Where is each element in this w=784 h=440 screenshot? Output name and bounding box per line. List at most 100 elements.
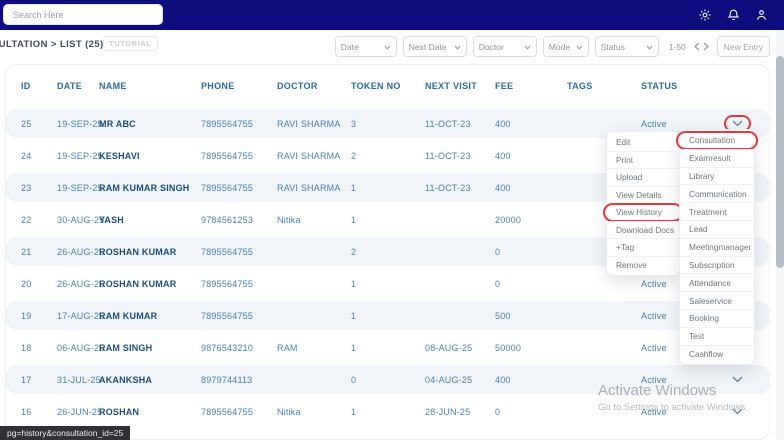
menu-item[interactable]: Cashflow bbox=[680, 344, 754, 363]
column-header: TOKEN NO bbox=[351, 81, 401, 91]
menu-item[interactable]: Subscription bbox=[680, 255, 754, 274]
menu-item[interactable]: Attendance bbox=[680, 273, 754, 291]
cell-fee: 0 bbox=[495, 246, 501, 257]
table-row[interactable]: 17 31-JUL-25 AKANKSHA 8979744113 0 04-AU… bbox=[6, 365, 769, 394]
link-preview-statusbar: pg=history&consultation_id=25 bbox=[0, 426, 131, 440]
filter-select[interactable]: Mode bbox=[542, 36, 589, 57]
topbar-icons bbox=[698, 8, 768, 22]
cell-phone: 9784561253 bbox=[201, 214, 254, 225]
cell-name[interactable]: YASH bbox=[99, 215, 201, 225]
cell-date: 06-AUG-25 bbox=[57, 342, 105, 353]
menu-item[interactable]: Print bbox=[607, 150, 679, 169]
cell-date: 19-SEP-25 bbox=[57, 182, 103, 193]
chevron-down-icon bbox=[576, 42, 583, 52]
cell-next-visit: 08-AUG-25 bbox=[425, 342, 473, 353]
cell-date: 30-AUG-25 bbox=[57, 214, 105, 225]
cell-name[interactable]: ROSHAN KUMAR bbox=[99, 279, 201, 289]
cell-fee: 500 bbox=[495, 310, 511, 321]
menu-item[interactable]: Meetingmanager bbox=[680, 237, 754, 256]
gear-icon[interactable] bbox=[698, 8, 712, 22]
menu-item[interactable]: +Tag bbox=[607, 238, 679, 256]
cell-next-visit: 11-OCT-23 bbox=[425, 182, 471, 193]
cell-fee: 400 bbox=[495, 150, 511, 161]
filter-select[interactable]: Doctor bbox=[472, 36, 537, 57]
menu-item[interactable]: Consultation bbox=[676, 131, 758, 150]
menu-item[interactable]: Treatment bbox=[680, 202, 754, 220]
cell-phone: 7895564755 bbox=[201, 150, 254, 161]
menu-item[interactable]: View History bbox=[603, 203, 683, 221]
menu-item[interactable]: Edit bbox=[607, 134, 679, 151]
row-expand-chevron[interactable] bbox=[732, 408, 743, 415]
cell-id: 16 bbox=[21, 406, 32, 417]
filter-select-label: Status bbox=[600, 41, 625, 52]
cell-name[interactable]: ROSHAN KUMAR bbox=[99, 247, 201, 257]
cell-name[interactable]: AKANKSHA bbox=[99, 375, 201, 385]
top-navbar bbox=[0, 0, 784, 30]
filter-select-label: Date bbox=[340, 41, 359, 52]
row-expand-chevron[interactable] bbox=[732, 376, 743, 383]
module-menu: Consultation Examresult Library Communicati… bbox=[676, 129, 758, 366]
search-input[interactable] bbox=[3, 4, 163, 25]
menu-item[interactable]: Download Docs bbox=[607, 220, 679, 239]
cell-token-no: 2 bbox=[351, 246, 357, 257]
menu-item[interactable]: Communication bbox=[680, 184, 754, 202]
menu-item[interactable]: Examresult bbox=[680, 148, 754, 167]
filter-select[interactable]: Next Date bbox=[402, 36, 467, 57]
cell-doctor: RAVI SHARMA bbox=[277, 118, 341, 129]
menu-item[interactable]: View Details bbox=[607, 185, 679, 204]
cell-token-no: 1 bbox=[351, 278, 357, 289]
cell-name[interactable]: RAM KUMAR bbox=[99, 311, 201, 321]
table-row[interactable]: 19 17-AUG-25 RAM KUMAR 7895564755 1 500 … bbox=[6, 301, 769, 330]
cell-doctor: RAM bbox=[277, 342, 298, 353]
cell-token-no: 1 bbox=[351, 310, 357, 321]
chevron-down-icon bbox=[454, 42, 461, 52]
scrollbar-thumb[interactable] bbox=[776, 56, 784, 268]
cell-name[interactable]: ROSHAN bbox=[99, 407, 201, 417]
cell-id: 22 bbox=[21, 214, 32, 225]
cell-token-no: 2 bbox=[351, 150, 357, 161]
new-entry-button[interactable]: New Entry bbox=[716, 36, 770, 57]
cell-fee: 50000 bbox=[495, 342, 522, 353]
notification-bell-icon[interactable] bbox=[727, 8, 740, 22]
cell-phone: 9876543210 bbox=[201, 342, 254, 353]
column-header: STATUS bbox=[641, 81, 678, 91]
cell-name[interactable]: KESHAVI bbox=[99, 151, 201, 161]
table-row[interactable]: 16 26-JUN-25 ROSHAN 7895564755 Nitika 1 … bbox=[6, 397, 769, 426]
next-page-icon[interactable] bbox=[703, 38, 709, 56]
menu-item[interactable]: Upload bbox=[607, 168, 679, 186]
cell-doctor: RAVI SHARMA bbox=[277, 182, 341, 193]
cell-date: 26-AUG-25 bbox=[57, 246, 105, 257]
user-profile-icon[interactable] bbox=[755, 8, 768, 22]
tutorial-badge[interactable]: TUTORIAL bbox=[103, 36, 158, 51]
status-label: Active bbox=[641, 374, 667, 385]
cell-name[interactable]: RAM KUMAR SINGH bbox=[99, 183, 201, 193]
cell-token-no: 1 bbox=[351, 214, 357, 225]
filter-select[interactable]: Date bbox=[334, 36, 397, 57]
cell-phone: 7895564755 bbox=[201, 182, 254, 193]
menu-item[interactable]: Lead bbox=[680, 219, 754, 238]
filter-select[interactable]: Status bbox=[594, 36, 659, 57]
cell-name[interactable]: RAM SINGH bbox=[99, 343, 201, 353]
status-label: Active bbox=[641, 118, 667, 129]
cell-phone: 8979744113 bbox=[201, 374, 253, 385]
cell-fee: 400 bbox=[495, 182, 511, 193]
vertical-scrollbar[interactable] bbox=[776, 30, 784, 440]
pagination-range: 1-50 bbox=[668, 41, 686, 52]
menu-item[interactable]: Booking bbox=[680, 308, 754, 327]
prev-page-icon[interactable] bbox=[693, 38, 700, 56]
filter-select-label: Doctor bbox=[478, 41, 504, 52]
chevron-down-icon bbox=[384, 42, 391, 52]
table-row[interactable]: 18 06-AUG-25 RAM SINGH 9876543210 RAM 1 … bbox=[6, 333, 769, 362]
menu-item[interactable]: Saleservice bbox=[680, 291, 754, 309]
cell-name[interactable]: MR ABC bbox=[99, 119, 201, 129]
menu-item[interactable]: Test bbox=[680, 326, 754, 345]
menu-item[interactable]: Remove bbox=[607, 255, 679, 274]
column-header: NAME bbox=[99, 81, 127, 91]
cell-phone: 7895564755 bbox=[201, 246, 254, 257]
chevron-down-icon bbox=[524, 42, 531, 52]
cell-next-visit: 11-OCT-23 bbox=[425, 118, 471, 129]
cell-id: 20 bbox=[21, 278, 32, 289]
menu-item[interactable]: Library bbox=[680, 166, 754, 185]
cell-date: 26-AUG-25 bbox=[57, 278, 105, 289]
row-expand-chevron[interactable] bbox=[723, 115, 751, 132]
